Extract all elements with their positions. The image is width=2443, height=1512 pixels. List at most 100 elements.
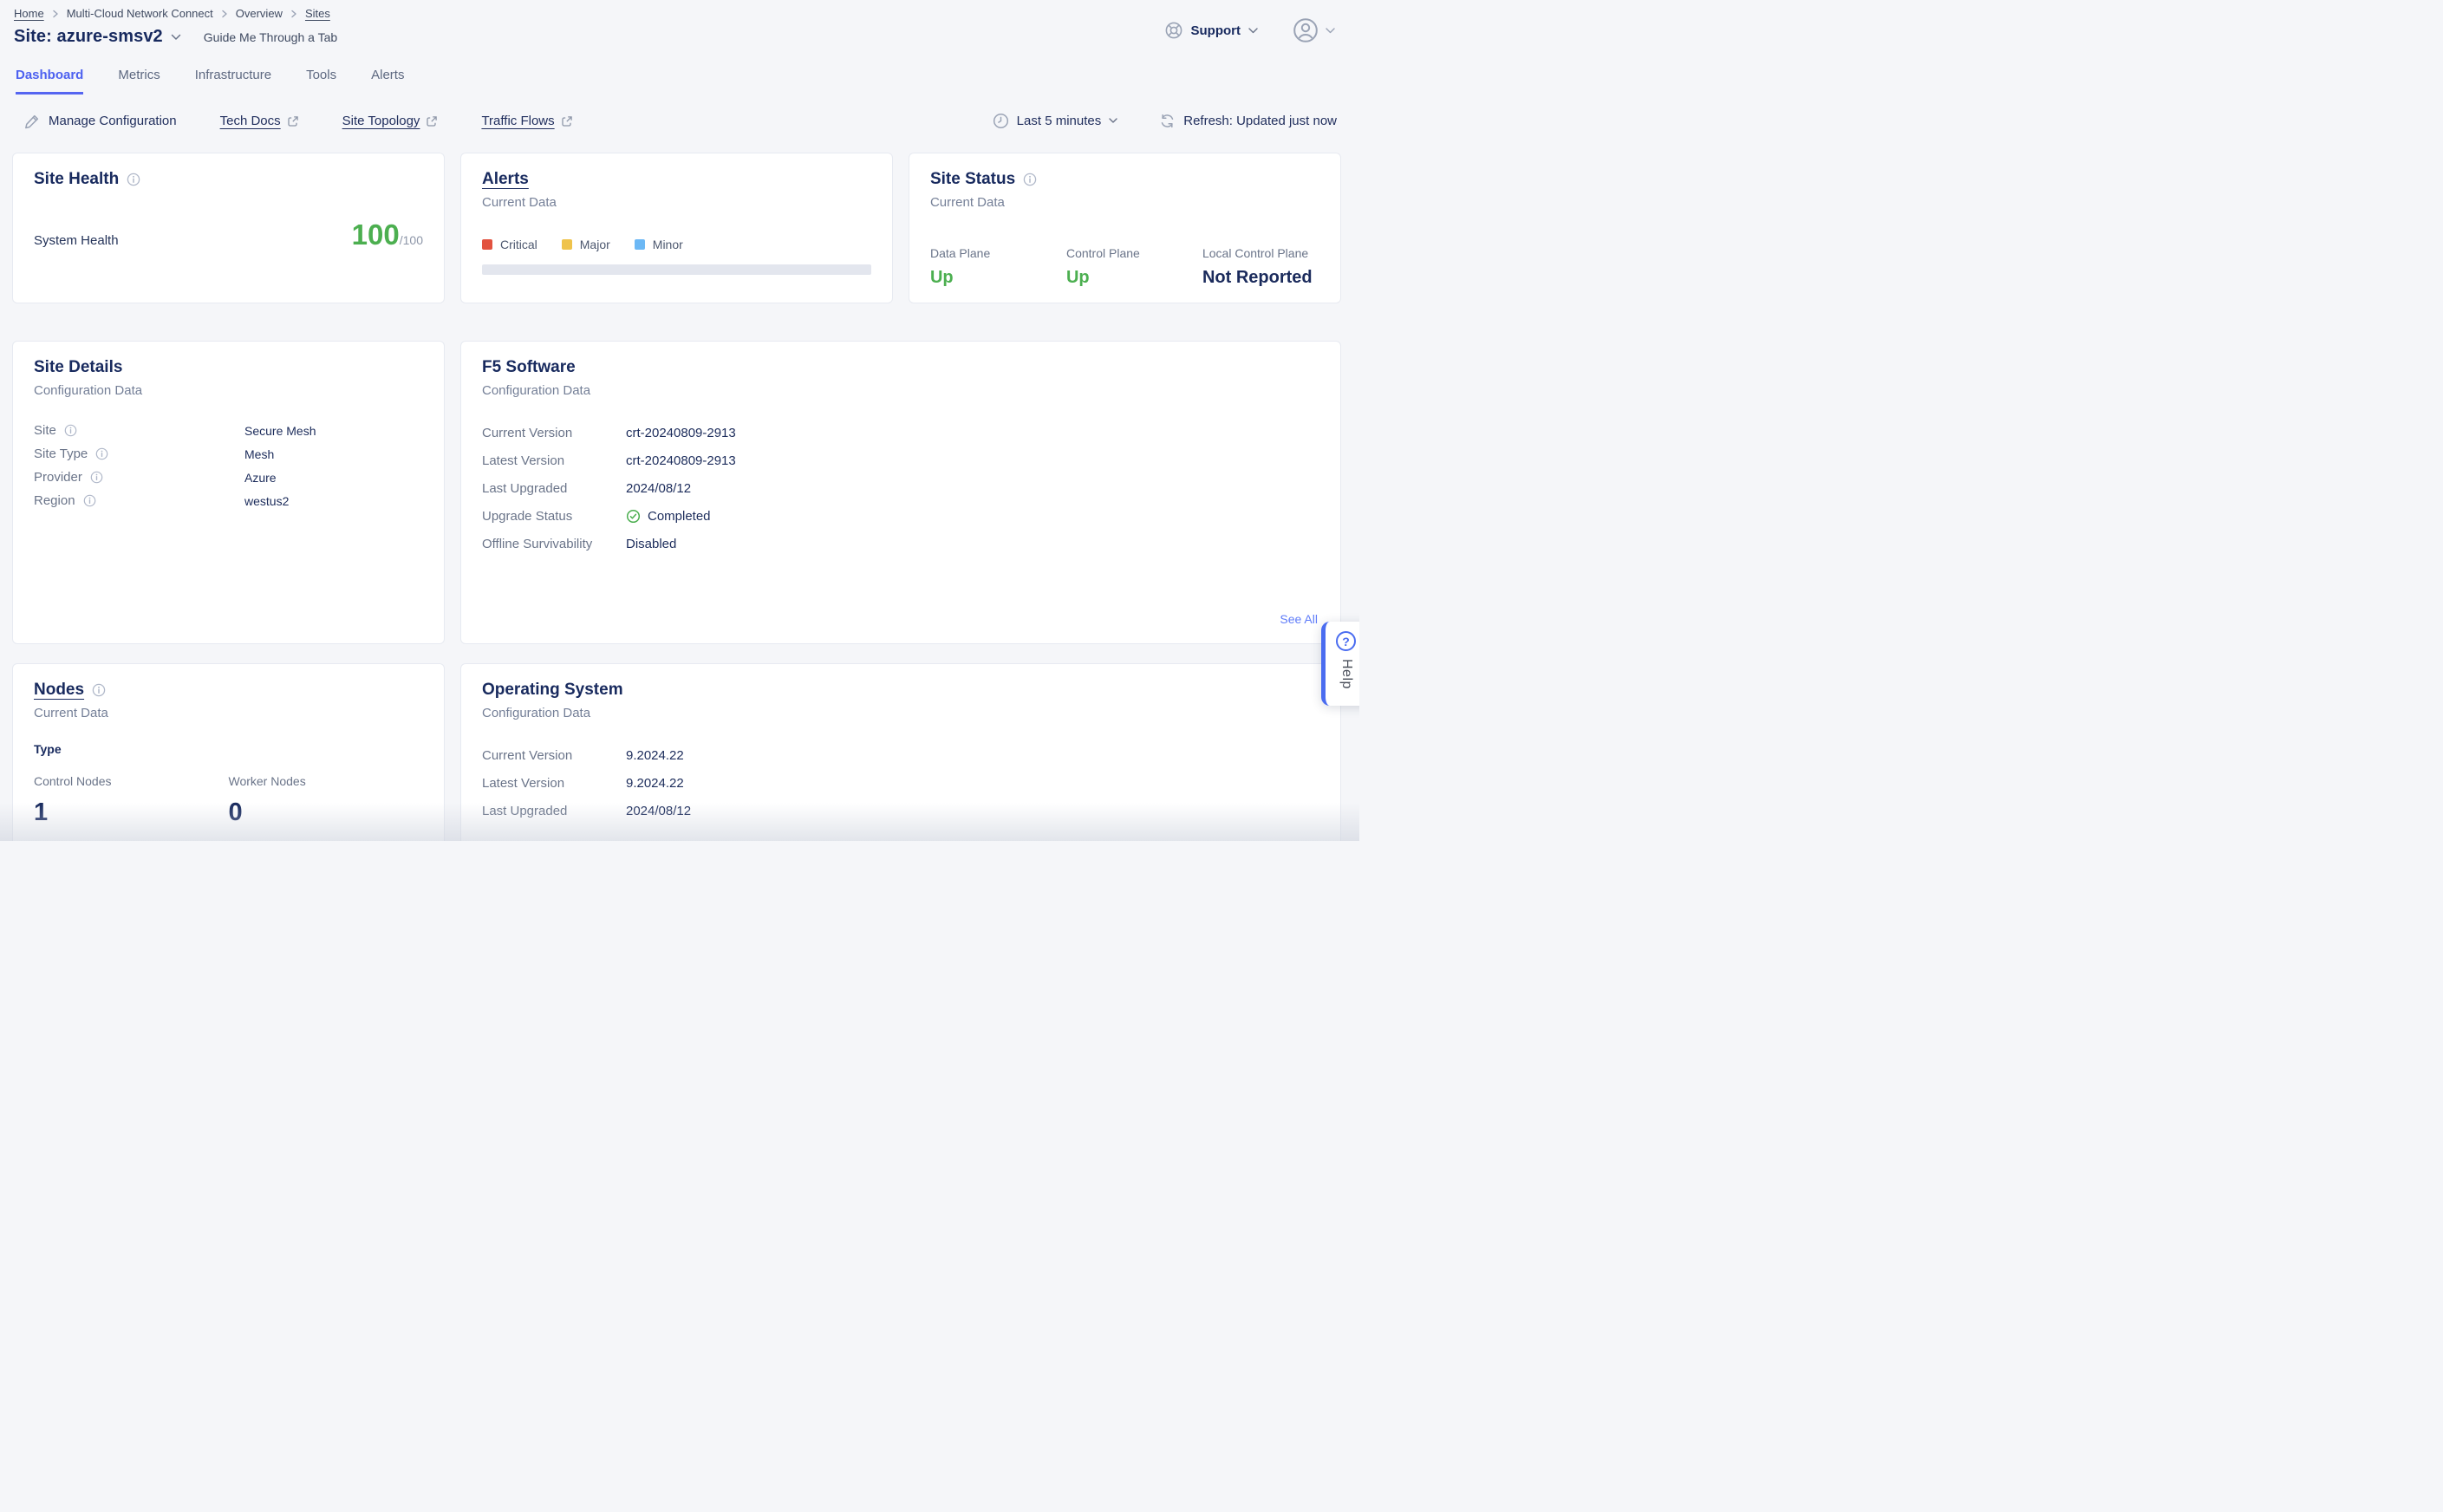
tab-alerts[interactable]: Alerts: [371, 68, 404, 94]
account-menu[interactable]: [1293, 17, 1335, 43]
f5-software-card: F5 Software Configuration Data Current V…: [460, 341, 1341, 644]
tab-dashboard[interactable]: Dashboard: [16, 68, 83, 94]
manage-configuration-label: Manage Configuration: [49, 114, 177, 128]
latest-version-value: crt-20240809-2913: [626, 453, 1319, 468]
breadcrumb-overview[interactable]: Overview: [236, 7, 283, 20]
alerts-distribution-bar: [482, 264, 871, 275]
tab-infrastructure[interactable]: Infrastructure: [195, 68, 271, 94]
check-circle-icon: [626, 509, 641, 524]
toolbar-right: Last 5 minutes Refresh: Updated just now: [993, 113, 1337, 129]
os-current-version-value: 9.2024.22: [626, 748, 1319, 763]
help-tab[interactable]: ? Help: [1321, 622, 1359, 706]
top-bar-left: Home Multi-Cloud Network Connect Overvie…: [14, 7, 337, 47]
alerts-legend: Critical Major Minor: [482, 238, 871, 251]
local-control-plane-label: Local Control Plane: [1202, 246, 1313, 260]
data-plane-label: Data Plane: [930, 246, 1066, 260]
site-topology-link[interactable]: Site Topology: [342, 114, 439, 128]
site-dashboard-page: Home Multi-Cloud Network Connect Overvie…: [0, 0, 1359, 841]
detail-row-provider: Provider Azure: [34, 466, 423, 489]
tab-metrics[interactable]: Metrics: [118, 68, 160, 94]
control-nodes-stat: Control Nodes 1: [34, 774, 228, 827]
local-control-plane-status: Local Control Plane Not Reported: [1202, 246, 1313, 288]
site-details-subtitle: Configuration Data: [34, 383, 423, 398]
site-value: Secure Mesh: [244, 424, 423, 438]
upgrade-status-value: Completed: [648, 509, 711, 524]
major-swatch: [562, 239, 572, 250]
system-health-score: 100/100: [352, 218, 423, 251]
current-version-value: crt-20240809-2913: [626, 426, 1319, 440]
breadcrumb-home[interactable]: Home: [14, 7, 44, 20]
avatar-icon: [1293, 17, 1319, 43]
site-status-card: Site Status Current Data Data Plane Up C…: [909, 153, 1341, 303]
site-status-subtitle: Current Data: [930, 195, 1319, 210]
refresh-button[interactable]: Refresh: Updated just now: [1159, 113, 1337, 129]
critical-swatch: [482, 239, 492, 250]
traffic-flows-link[interactable]: Traffic Flows: [481, 114, 572, 128]
info-icon[interactable]: [83, 494, 96, 507]
info-icon[interactable]: [92, 683, 106, 697]
f5-software-title: F5 Software: [482, 358, 576, 377]
worker-nodes-value: 0: [228, 798, 422, 827]
traffic-flows-label: Traffic Flows: [481, 114, 554, 128]
detail-row-site-type: Site Type Mesh: [34, 442, 423, 466]
support-label: Support: [1191, 23, 1241, 38]
breadcrumb-mcn-connect[interactable]: Multi-Cloud Network Connect: [67, 7, 213, 20]
info-icon[interactable]: [1023, 173, 1037, 186]
external-link-icon: [287, 115, 299, 127]
see-all-link[interactable]: See All: [1280, 612, 1318, 626]
detail-row-site: Site Secure Mesh: [34, 419, 423, 442]
site-label: Site: [34, 423, 56, 438]
tab-tools[interactable]: Tools: [306, 68, 336, 94]
manage-configuration-button[interactable]: Manage Configuration: [24, 114, 177, 129]
nodes-title-link[interactable]: Nodes: [34, 681, 84, 700]
info-icon[interactable]: [127, 173, 140, 186]
site-details-title: Site Details: [34, 358, 122, 377]
last-upgraded-value: 2024/08/12: [626, 481, 1319, 496]
site-status-title: Site Status: [930, 170, 1015, 189]
external-link-icon: [426, 115, 438, 127]
os-current-version-label: Current Version: [482, 748, 626, 763]
operating-system-title: Operating System: [482, 681, 623, 700]
tech-docs-link[interactable]: Tech Docs: [220, 114, 299, 128]
region-value: westus2: [244, 494, 423, 508]
f5-row-offline-survivability: Offline Survivability Disabled: [482, 530, 1319, 557]
os-latest-version-label: Latest Version: [482, 776, 626, 791]
guide-me-link[interactable]: Guide Me Through a Tab: [204, 30, 337, 44]
current-version-label: Current Version: [482, 426, 626, 440]
worker-nodes-stat: Worker Nodes 0: [228, 774, 422, 827]
info-icon[interactable]: [90, 471, 103, 484]
support-menu[interactable]: Support: [1164, 21, 1259, 40]
chevron-right-icon: [221, 10, 228, 18]
minor-swatch: [635, 239, 645, 250]
alerts-card: Alerts Current Data Critical Major Minor: [460, 153, 893, 303]
dashboard-toolbar: Manage Configuration Tech Docs Site Topo…: [0, 113, 1359, 129]
control-plane-label: Control Plane: [1066, 246, 1202, 260]
f5-row-current-version: Current Version crt-20240809-2913: [482, 419, 1319, 446]
last-upgraded-label: Last Upgraded: [482, 481, 626, 496]
external-link-icon: [561, 115, 573, 127]
alerts-title-link[interactable]: Alerts: [482, 170, 529, 189]
breadcrumb-sites[interactable]: Sites: [305, 7, 330, 20]
site-selector-chevron-icon[interactable]: [171, 34, 181, 41]
nodes-type-label: Type: [34, 742, 423, 756]
f5-row-last-upgraded: Last Upgraded 2024/08/12: [482, 474, 1319, 502]
info-icon[interactable]: [95, 447, 108, 460]
worker-nodes-label: Worker Nodes: [228, 774, 422, 788]
alerts-subtitle: Current Data: [482, 195, 871, 210]
control-nodes-label: Control Nodes: [34, 774, 228, 788]
time-range-label: Last 5 minutes: [1017, 114, 1102, 128]
tab-bar: Dashboard Metrics Infrastructure Tools A…: [0, 68, 1359, 94]
time-range-selector[interactable]: Last 5 minutes: [993, 113, 1118, 129]
legend-item-minor: Minor: [635, 238, 683, 251]
site-health-card: Site Health System Health 100/100: [12, 153, 445, 303]
chevron-down-icon: [1248, 28, 1258, 34]
nodes-card: Nodes Current Data Type Control Nodes 1 …: [12, 663, 445, 841]
site-type-value: Mesh: [244, 447, 423, 461]
info-icon[interactable]: [64, 424, 77, 437]
local-control-plane-value: Not Reported: [1202, 268, 1313, 288]
score-value: 100: [352, 218, 400, 251]
system-health-label: System Health: [34, 233, 119, 248]
provider-value: Azure: [244, 471, 423, 485]
control-plane-value: Up: [1066, 268, 1202, 288]
os-row-current-version: Current Version 9.2024.22: [482, 741, 1319, 769]
